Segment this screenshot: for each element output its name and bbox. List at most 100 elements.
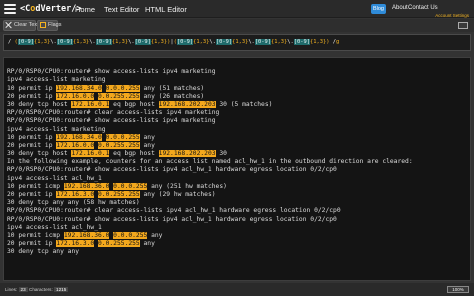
nav-link-html-editor[interactable]: HTML Editor <box>145 5 187 14</box>
editor-text: 30 deny tcp host <box>7 150 72 158</box>
editor-text: eq bgp host <box>109 150 159 158</box>
editor-text: 10 permit ip <box>7 133 57 141</box>
regex-token: {1,3} <box>33 39 51 45</box>
editor-text: 30 deny tcp host <box>7 100 72 108</box>
editor-line: 30 deny tcp any any <box>7 248 467 256</box>
nav-link-home[interactable]: Home <box>75 5 95 14</box>
toggle-icon[interactable] <box>458 22 468 29</box>
top-navbar: <CodVerter/> Home Text Editor HTML Edito… <box>0 0 474 18</box>
regex-char-class: [0-9] <box>134 39 151 45</box>
regex-match-highlight: 0.0.255.255 <box>98 92 140 100</box>
editor-text: 10 permit icmp <box>7 231 64 239</box>
regex-match-highlight: 0.0.255.255 <box>98 141 140 149</box>
editor-line: 10 permit ip 192.168.34.0 0.0.0.255 any … <box>7 84 467 93</box>
editor-text: 10 permit icmp <box>7 182 64 190</box>
editor-text: 20 permit ip <box>7 191 57 198</box>
editor-line: ipv4 access-list marketing <box>7 126 467 134</box>
editor-text: ipv4 access-list acl_hw_1 <box>7 223 102 231</box>
editor-text: eq bgp host <box>109 100 159 108</box>
editor-text: RP/0/RSP0/CPU0:router# clear access-list… <box>7 109 220 117</box>
text-editor[interactable]: RP/0/RSP0/CPU0:router# show access-lists… <box>3 57 471 281</box>
editor-line: RP/0/RSP0/CPU0:router# show access-lists… <box>7 68 467 76</box>
regex-match-highlight: 0.0.255.255 <box>98 191 140 198</box>
editor-line: 20 permit ip 172.16.0.0 0.0.255.255 any <box>7 141 467 150</box>
brand-logo[interactable]: <CodVerter/> <box>20 4 81 14</box>
editor-line: 20 permit ip 172.16.3.0 0.0.255.255 any … <box>7 191 467 199</box>
characters-count: Characters: 1215 <box>29 287 69 292</box>
editor-text: any (29 hw matches) <box>139 191 216 198</box>
toolbar: Clear Text Flags <box>0 19 474 32</box>
editor-text: ipv4 access-list marketing <box>7 76 106 84</box>
regex-char-class: [0-9] <box>293 39 311 45</box>
regex-match-highlight: 0.0.0.255 <box>113 231 148 239</box>
regex-match-highlight: 192.168.34.0 <box>56 84 102 92</box>
flags-button[interactable]: Flags <box>37 20 61 31</box>
regex-token: {1,3} <box>111 39 129 45</box>
nav-link-text-editor[interactable]: Text Editor <box>104 5 139 14</box>
lines-count: Lines: 23 <box>5 287 28 292</box>
editor-text: 20 permit ip <box>7 141 57 149</box>
regex-match-highlight: 192.168.36.0 <box>63 182 110 190</box>
regex-match-highlight: 192.168.202.203 <box>158 150 216 158</box>
regex-pattern: ([0-9]{1,3}\.[0-9]{1,3}\.[0-9]{1,3}\.[0-… <box>15 39 330 45</box>
editor-line: ipv4 access-list acl_hw_1 <box>7 175 467 183</box>
editor-line: 30 deny tcp host 172.16.0.1 eq bgp host … <box>7 150 467 158</box>
regex-char-class: [0-9] <box>254 39 272 45</box>
editor-text: In the following example, counters for a… <box>7 158 413 166</box>
editor-text: RP/0/RSP0/CPU0:router# show access-lists… <box>7 117 216 125</box>
editor-text: RP/0/RSP0/CPU0:router# clear access-list… <box>7 207 341 215</box>
regex-token: {1,3} <box>193 39 210 45</box>
editor-text: any (251 hw matches) <box>147 182 227 190</box>
editor-line: 30 deny tcp any any (58 hw matches) <box>7 199 467 207</box>
regex-match-highlight: 172.16.0.1 <box>71 150 110 158</box>
editor-text: 20 permit ip <box>7 92 57 100</box>
regex-token: {1,3} <box>232 39 249 45</box>
regex-flags: g <box>336 39 340 45</box>
regex-match-highlight: 0.0.0.255 <box>105 133 140 141</box>
zoom-level[interactable]: 100% <box>447 286 469 293</box>
regex-token: \. <box>209 39 216 45</box>
blog-button[interactable]: Blog <box>371 4 386 14</box>
editor-line: RP/0/RSP0/CPU0:router# clear access-list… <box>7 207 467 215</box>
flag-icon <box>40 22 46 28</box>
regex-char-class: [0-9] <box>17 39 34 45</box>
nav-link-contact[interactable]: Contact Us <box>408 5 438 11</box>
editor-text: ipv4 access-list marketing <box>7 125 106 133</box>
editor-line: ipv4 access-list marketing <box>7 76 467 84</box>
regex-char-class: [0-9] <box>176 39 194 45</box>
regex-match-highlight: 0.0.0.255 <box>113 182 148 190</box>
clear-text-button[interactable]: Clear Text <box>3 20 39 31</box>
editor-text: 30 (5 matches) <box>215 100 273 108</box>
regex-token: ) <box>326 39 330 45</box>
regex-match-highlight: 172.16.0.0 <box>56 141 95 149</box>
regex-char-class: [0-9] <box>56 39 73 45</box>
regex-match-highlight: 172.16.3.0 <box>56 240 95 248</box>
editor-line: 10 permit icmp 192.168.36.0 0.0.0.255 an… <box>7 182 467 191</box>
editor-text: any <box>139 240 155 248</box>
regex-delimiter-open: / <box>8 39 12 45</box>
regex-token: \. <box>128 39 135 45</box>
editor-text: RP/0/RSP0/CPU0:router# show access-lists… <box>7 166 337 174</box>
regex-token: \. <box>248 39 255 45</box>
editor-line: RP/0/RSP0/CPU0:router# show access-lists… <box>7 216 467 224</box>
regex-match-highlight: 0.0.0.255 <box>105 84 140 92</box>
editor-text: RP/0/RSP0/CPU0:router# show access-lists… <box>7 68 216 76</box>
menu-icon[interactable] <box>4 4 16 14</box>
close-icon <box>6 22 12 28</box>
account-settings-link[interactable]: Account Settings <box>435 13 469 18</box>
regex-match-highlight: 172.16.0.0 <box>56 92 95 100</box>
editor-text: 20 permit ip <box>7 240 57 248</box>
regex-match-highlight: 0.0.255.255 <box>98 240 140 248</box>
regex-token: \. <box>89 39 96 45</box>
editor-text: any (51 matches) <box>139 84 205 92</box>
regex-token: {1,3} <box>72 39 90 45</box>
editor-line: In the following example, counters for a… <box>7 158 467 166</box>
regex-token: {1,3} <box>310 39 327 45</box>
editor-line: 10 permit ip 192.168.34.0 0.0.0.255 any <box>7 133 467 142</box>
regex-char-class: [0-9] <box>215 39 233 45</box>
nav-link-about[interactable]: About <box>392 5 408 11</box>
regex-token: \. <box>50 39 57 45</box>
regex-input[interactable]: / ([0-9]{1,3}\.[0-9]{1,3}\.[0-9]{1,3}\.[… <box>3 34 471 51</box>
editor-line: 20 permit ip 172.16.3.0 0.0.255.255 any <box>7 240 467 248</box>
